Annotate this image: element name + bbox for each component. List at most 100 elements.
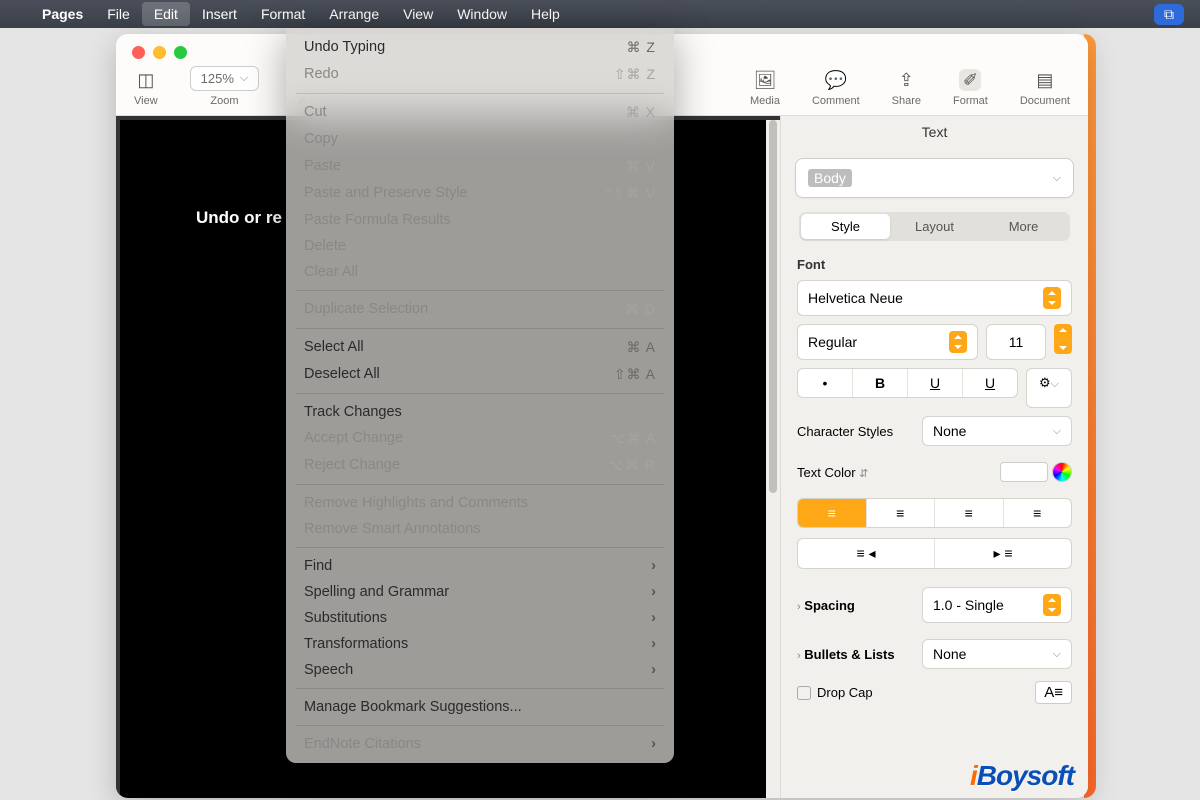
menu-separator	[296, 93, 664, 94]
menu-edit[interactable]: Edit	[142, 2, 190, 26]
align-right-button[interactable]: ≡	[935, 499, 1004, 527]
chevron-down-icon: ⌵	[1053, 172, 1061, 185]
indent-strip: ≡ ◂ ▸ ≡	[797, 538, 1072, 569]
menu-separator	[296, 484, 664, 485]
submenu-arrow-icon: ›	[651, 636, 656, 652]
menu-item-paste: Paste⌘ V	[286, 153, 674, 180]
font-label: Font	[797, 257, 1072, 272]
bullets-label[interactable]: › Bullets & Lists	[797, 647, 895, 662]
menu-item-spelling-and-grammar[interactable]: Spelling and Grammar›	[286, 579, 674, 605]
menu-item-find[interactable]: Find›	[286, 553, 674, 579]
align-justify-button[interactable]: ≡	[1004, 499, 1072, 527]
spacing-label[interactable]: › Spacing	[797, 598, 855, 613]
char-styles-label: Character Styles	[797, 424, 893, 439]
zoom-dropdown[interactable]: 125%⌵	[190, 66, 260, 91]
font-family-field[interactable]: Helvetica Neue	[797, 280, 1072, 316]
submenu-arrow-icon: ›	[651, 610, 656, 626]
stepper-icon[interactable]	[949, 331, 967, 353]
menu-item-manage-bookmark-suggestions[interactable]: Manage Bookmark Suggestions...	[286, 694, 674, 720]
menu-item-accept-change: Accept Change⌥⌘ A	[286, 425, 674, 452]
menu-item-delete: Delete	[286, 233, 674, 259]
menu-separator	[296, 290, 664, 291]
align-center-button[interactable]: ≡	[867, 499, 936, 527]
submenu-arrow-icon: ›	[651, 736, 656, 752]
tool-comment[interactable]: 💬Comment	[812, 69, 860, 107]
menu-item-undo-typing[interactable]: Undo Typing⌘ Z	[286, 34, 674, 61]
spacing-field[interactable]: 1.0 - Single	[922, 587, 1072, 623]
dropcap-option[interactable]: Drop Cap	[797, 685, 873, 701]
stepper-icon[interactable]	[1043, 594, 1061, 616]
app-name[interactable]: Pages	[30, 2, 95, 26]
menu-item-redo: Redo⇧⌘ Z	[286, 61, 674, 88]
menu-item-paste-and-preserve-style: Paste and Preserve Style^⇧⌘ V	[286, 180, 674, 207]
sidebar-icon: ◫	[135, 69, 157, 91]
screen-share-icon[interactable]: ⧉	[1154, 4, 1184, 25]
scrollbar[interactable]	[766, 120, 780, 798]
menu-separator	[296, 547, 664, 548]
share-icon: ⇪	[895, 69, 917, 91]
inspector-tabs: Style Layout More	[799, 212, 1070, 241]
outdent-button[interactable]: ≡ ◂	[798, 539, 935, 568]
menu-item-clear-all: Clear All	[286, 259, 674, 285]
menu-item-cut: Cut⌘ X	[286, 99, 674, 126]
color-box[interactable]	[1000, 462, 1048, 482]
tool-media[interactable]: 🖼Media	[750, 69, 780, 107]
menu-view[interactable]: View	[391, 2, 445, 26]
color-wheel-icon[interactable]	[1052, 462, 1072, 482]
menu-item-endnote-citations: EndNote Citations›	[286, 731, 674, 757]
menu-insert[interactable]: Insert	[190, 2, 249, 26]
menu-window[interactable]: Window	[445, 2, 519, 26]
font-size-stepper[interactable]	[1054, 324, 1072, 354]
inspector-title: Text	[781, 116, 1088, 148]
text-color-label[interactable]: Text Color ⇵	[797, 465, 868, 480]
menu-format[interactable]: Format	[249, 2, 317, 26]
indent-button[interactable]: ▸ ≡	[935, 539, 1071, 568]
menu-item-reject-change: Reject Change⌥⌘ R	[286, 452, 674, 479]
tool-zoom[interactable]: 125%⌵ Zoom	[190, 66, 260, 107]
underline2-button[interactable]: U	[963, 369, 1017, 397]
text-color-swatch[interactable]	[1000, 462, 1072, 482]
tab-style[interactable]: Style	[801, 214, 890, 239]
minimize-button[interactable]	[153, 46, 166, 59]
menu-item-substitutions[interactable]: Substitutions›	[286, 605, 674, 631]
scrollbar-thumb[interactable]	[769, 120, 777, 493]
list-bullet-button[interactable]: •	[798, 369, 853, 397]
gear-icon: ⚙	[1039, 375, 1051, 390]
system-menubar: Pages File Edit Insert Format Arrange Vi…	[0, 0, 1200, 28]
menu-item-deselect-all[interactable]: Deselect All⇧⌘ A	[286, 361, 674, 388]
menu-item-speech[interactable]: Speech›	[286, 657, 674, 683]
tool-document[interactable]: ▤Document	[1020, 69, 1070, 107]
font-style-field[interactable]: Regular	[797, 324, 978, 360]
comment-icon: 💬	[825, 69, 847, 91]
dropcap-preview[interactable]: A≡	[1035, 681, 1072, 704]
fullscreen-button[interactable]	[174, 46, 187, 59]
font-size-field[interactable]: 11	[986, 324, 1046, 360]
menu-item-track-changes[interactable]: Track Changes	[286, 399, 674, 425]
char-styles-field[interactable]: None⌵	[922, 416, 1072, 446]
tab-layout[interactable]: Layout	[890, 214, 979, 239]
tool-share[interactable]: ⇪Share	[892, 69, 921, 107]
menu-arrange[interactable]: Arrange	[317, 2, 391, 26]
paragraph-style-selector[interactable]: Body ⌵	[795, 158, 1074, 198]
tool-view[interactable]: ◫ View	[134, 69, 158, 107]
bullets-field[interactable]: None⌵	[922, 639, 1072, 669]
underline-button[interactable]: U	[908, 369, 963, 397]
document-icon: ▤	[1034, 69, 1056, 91]
tool-format[interactable]: ✐Format	[953, 69, 988, 107]
menu-item-transformations[interactable]: Transformations›	[286, 631, 674, 657]
chevron-down-icon: ⌵	[1053, 425, 1061, 438]
advanced-font-button[interactable]: ⚙⌵	[1026, 368, 1072, 408]
bold-button[interactable]: B	[853, 369, 908, 397]
align-left-button[interactable]: ≡	[798, 499, 867, 527]
menu-separator	[296, 393, 664, 394]
menu-file[interactable]: File	[95, 2, 142, 26]
document-text: Undo or re	[196, 208, 282, 227]
menu-item-select-all[interactable]: Select All⌘ A	[286, 334, 674, 361]
stepper-icon[interactable]	[1043, 287, 1061, 309]
format-inspector: Text Body ⌵ Style Layout More Font Helve…	[780, 116, 1088, 798]
dropcap-checkbox[interactable]	[797, 686, 811, 700]
edit-dropdown-menu: Undo Typing⌘ ZRedo⇧⌘ ZCut⌘ XCopy⌘ CPaste…	[286, 28, 674, 763]
tab-more[interactable]: More	[979, 214, 1068, 239]
close-button[interactable]	[132, 46, 145, 59]
menu-help[interactable]: Help	[519, 2, 572, 26]
